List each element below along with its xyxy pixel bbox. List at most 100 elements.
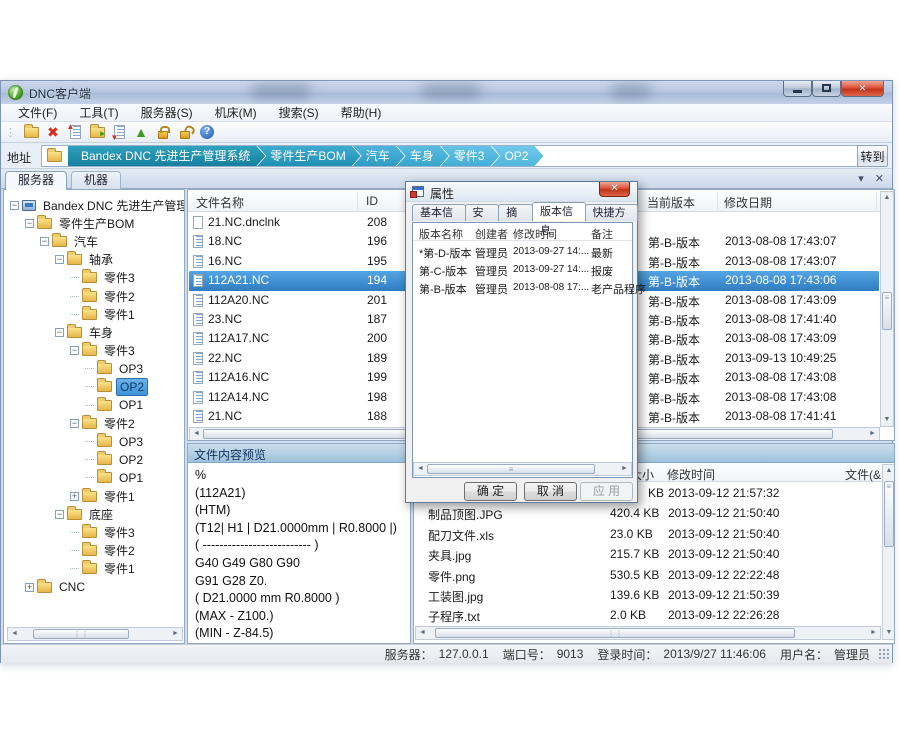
maximize-button[interactable] bbox=[812, 81, 841, 97]
table-row[interactable]: 零件.png530.5 KB2013-09-12 22:22:48 bbox=[415, 565, 881, 585]
collapse-icon[interactable]: − bbox=[55, 328, 64, 337]
column-mtime[interactable]: 修改时间 bbox=[667, 466, 715, 483]
dialog-close-button[interactable]: ✕ bbox=[599, 182, 630, 197]
column-id[interactable]: ID bbox=[366, 194, 378, 208]
new-folder-button[interactable] bbox=[20, 123, 42, 142]
table-row[interactable]: 夹具.jpg215.7 KB2013-09-12 21:50:40 bbox=[415, 544, 881, 564]
go-button[interactable]: 转到 bbox=[857, 145, 888, 167]
collapse-icon[interactable]: − bbox=[10, 201, 19, 210]
scroll-right-icon[interactable]: ► bbox=[618, 463, 631, 475]
menu-item-5[interactable]: 帮助(H) bbox=[330, 103, 393, 122]
column-file[interactable]: 文件(&I bbox=[845, 466, 884, 483]
check-out-button[interactable] bbox=[64, 123, 86, 142]
dialog-tab-快捷方式[interactable]: 快捷方式 bbox=[585, 204, 639, 221]
scroll-up-icon[interactable]: ▲ bbox=[881, 192, 893, 204]
scroll-right-icon[interactable]: ► bbox=[169, 628, 182, 640]
import-folder-button[interactable] bbox=[86, 123, 108, 142]
minimize-button[interactable] bbox=[783, 81, 812, 97]
tree-item-零件3[interactable]: 零件3 bbox=[4, 523, 184, 541]
scroll-left-icon[interactable]: ◄ bbox=[416, 627, 429, 639]
menu-item-0[interactable]: 文件(F) bbox=[7, 103, 68, 122]
scroll-thumb[interactable]: ≡ bbox=[427, 464, 595, 474]
scroll-up-icon[interactable]: ▲ bbox=[883, 465, 895, 477]
collapse-icon[interactable]: − bbox=[25, 219, 34, 228]
column-creator[interactable]: 创建者 bbox=[475, 226, 508, 242]
column-modified-date[interactable]: 修改日期 bbox=[724, 194, 772, 211]
collapse-icon[interactable]: − bbox=[40, 237, 49, 246]
related-vertical-scrollbar[interactable]: ▲ ≡ ▼ bbox=[882, 464, 895, 640]
tree-horizontal-scrollbar[interactable]: ◄ ⋮⋮ ► bbox=[7, 627, 183, 641]
related-horizontal-scrollbar[interactable]: ◄ ⋮⋮ ► bbox=[415, 626, 881, 640]
table-row[interactable]: 制品顶图.JPG420.4 KB2013-09-12 21:50:40 bbox=[415, 503, 881, 523]
tree-item-零件2[interactable]: 零件2 bbox=[4, 542, 184, 560]
tab-服务器[interactable]: 服务器 bbox=[5, 171, 67, 190]
scroll-thumb[interactable]: ≡ bbox=[884, 481, 894, 547]
collapse-icon[interactable]: − bbox=[70, 419, 79, 428]
tree-item-零件生产BOM[interactable]: −零件生产BOM bbox=[4, 214, 184, 232]
table-row[interactable]: 工装图.jpg139.6 KB2013-09-12 21:50:39 bbox=[415, 585, 881, 605]
tree-item-零件1[interactable]: 零件1 bbox=[4, 305, 184, 323]
collapse-icon[interactable]: − bbox=[55, 510, 64, 519]
tree-item-OP3[interactable]: OP3 bbox=[4, 432, 184, 450]
delete-button[interactable]: ✖ bbox=[42, 123, 64, 142]
version-row[interactable]: 第-B-版本管理员2013-08-08 17:...老产品程序 bbox=[413, 279, 632, 297]
close-button[interactable]: ✕ bbox=[841, 81, 884, 97]
scroll-down-icon[interactable]: ▼ bbox=[881, 414, 893, 426]
tree-item-零件1[interactable]: 零件1 bbox=[4, 560, 184, 578]
tree-item-轴承[interactable]: −轴承 bbox=[4, 251, 184, 269]
tree-item-OP1[interactable]: OP1 bbox=[4, 396, 184, 414]
expand-icon[interactable]: + bbox=[25, 583, 34, 592]
scroll-down-icon[interactable]: ▼ bbox=[883, 627, 895, 639]
tree-item-零件3[interactable]: −零件3 bbox=[4, 342, 184, 360]
table-row[interactable]: 配刀文件.xls23.0 KB2013-09-12 21:50:40 bbox=[415, 524, 881, 544]
cancel-button[interactable]: 取 消 bbox=[524, 482, 577, 501]
tree-item-汽车[interactable]: −汽车 bbox=[4, 232, 184, 250]
tree-item-OP3[interactable]: OP3 bbox=[4, 360, 184, 378]
tree-item-OP2[interactable]: OP2 bbox=[4, 378, 184, 396]
dialog-tab-基本信息[interactable]: 基本信息 bbox=[412, 204, 466, 221]
dialog-tab-摘要[interactable]: 摘要 bbox=[498, 204, 533, 221]
table-row[interactable]: 子程序.txt2.0 KB2013-09-12 22:26:28 bbox=[415, 605, 881, 625]
dialog-horizontal-scrollbar[interactable]: ◄ ≡ ► bbox=[413, 462, 632, 476]
dialog-tab-版本信息[interactable]: 版本信息 bbox=[532, 202, 586, 221]
lock-button[interactable] bbox=[152, 123, 174, 142]
menu-item-3[interactable]: 机床(M) bbox=[204, 103, 268, 122]
file-list-vertical-scrollbar[interactable]: ▲ ≡ ▼ bbox=[880, 191, 894, 427]
ok-button[interactable]: 确 定 bbox=[464, 482, 517, 501]
breadcrumb[interactable]: Bandex DNC 先进生产管理系统零件生产BOM汽车车身零件3OP2 bbox=[41, 145, 859, 167]
unlock-button[interactable] bbox=[174, 123, 196, 142]
tree-item-车身[interactable]: −车身 bbox=[4, 323, 184, 341]
tree-item-OP1[interactable]: OP1 bbox=[4, 469, 184, 487]
breadcrumb-segment-0[interactable]: Bandex DNC 先进生产管理系统 bbox=[68, 146, 265, 166]
version-row[interactable]: *第-D-版本管理员2013-09-27 14:...最新 bbox=[413, 243, 632, 261]
collapse-icon[interactable]: − bbox=[70, 346, 79, 355]
tree-item-零件3[interactable]: 零件3 bbox=[4, 269, 184, 287]
column-version-name[interactable]: 版本名称 bbox=[419, 226, 463, 242]
version-row[interactable]: 第-C-版本管理员2013-09-27 14:...报废 bbox=[413, 261, 632, 279]
breadcrumb-segment-1[interactable]: 零件生产BOM bbox=[257, 146, 360, 166]
scroll-right-icon[interactable]: ► bbox=[867, 627, 880, 639]
help-button[interactable]: ? bbox=[196, 123, 218, 142]
tree-item-CNC[interactable]: +CNC bbox=[4, 578, 184, 596]
tree-item-OP2[interactable]: OP2 bbox=[4, 451, 184, 469]
dialog-tab-安全[interactable]: 安全 bbox=[465, 204, 500, 221]
tree-item-底座[interactable]: −底座 bbox=[4, 505, 184, 523]
collapse-icon[interactable]: − bbox=[55, 255, 64, 264]
menu-item-1[interactable]: 工具(T) bbox=[68, 103, 129, 122]
column-file-name[interactable]: 文件名称 bbox=[196, 194, 244, 211]
scroll-thumb[interactable]: ⋮⋮ bbox=[435, 628, 795, 638]
scroll-right-icon[interactable]: ► bbox=[866, 428, 879, 440]
send-button[interactable]: ▲ bbox=[130, 123, 152, 142]
panel-menu-icon[interactable]: ▾ bbox=[858, 173, 864, 185]
tree-item-零件2[interactable]: −零件2 bbox=[4, 414, 184, 432]
scroll-left-icon[interactable]: ◄ bbox=[414, 463, 427, 475]
scroll-left-icon[interactable]: ◄ bbox=[190, 428, 203, 440]
scroll-left-icon[interactable]: ◄ bbox=[8, 628, 21, 640]
breadcrumb-segment-4[interactable]: 零件3 bbox=[441, 146, 500, 166]
expand-icon[interactable]: + bbox=[70, 492, 79, 501]
scroll-thumb[interactable]: ⋮⋮ bbox=[33, 629, 129, 639]
tree-item-Bandex DNC 先进生产管理系统[interactable]: −Bandex DNC 先进生产管理系统 bbox=[4, 196, 184, 214]
tree-item-零件1[interactable]: +零件1 bbox=[4, 487, 184, 505]
scroll-thumb[interactable]: ≡ bbox=[882, 292, 892, 330]
check-in-button[interactable] bbox=[108, 123, 130, 142]
